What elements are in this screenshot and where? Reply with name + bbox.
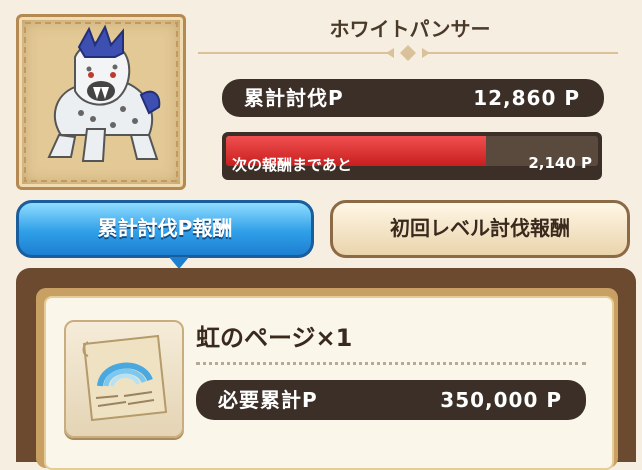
required-points-pill: 必要累計P 350,000 P (196, 380, 586, 420)
tab-cumulative-label: 累計討伐P報酬 (97, 216, 233, 240)
tab-first-level-label: 初回レベル討伐報酬 (390, 216, 570, 240)
reward-item-row: 虹のページ×1 必要累計P 350,000 P (44, 296, 614, 470)
kill-points-label: 累計討伐P (244, 86, 344, 110)
reward-panel: 虹のページ×1 必要累計P 350,000 P (16, 268, 636, 470)
tab-cumulative-reward[interactable]: 累計討伐P報酬 (16, 200, 314, 269)
title-ornament (198, 45, 618, 61)
required-points-label: 必要累計P (218, 388, 318, 412)
required-points-value: 350,000 P (440, 388, 562, 412)
kill-points-value: 12,860 P (473, 86, 580, 110)
item-thumbnail (64, 320, 184, 438)
tab-first-level-reward[interactable]: 初回レベル討伐報酬 (330, 200, 630, 258)
reward-item-name: 虹のページ×1 (196, 324, 353, 352)
monster-portrait-card (16, 14, 186, 190)
rainbow-page-icon (82, 334, 168, 422)
monster-name: ホワイトパンサー (329, 17, 491, 41)
reward-panel-frame: 虹のページ×1 必要累計P 350,000 P (36, 288, 618, 470)
next-reward-label: 次の報酬まであと (232, 156, 352, 174)
dotted-divider (196, 362, 586, 365)
next-reward-gauge: 次の報酬まであと 2,140 P (222, 132, 602, 180)
next-reward-remaining: 2,140 P (528, 154, 592, 172)
white-panther-icon (24, 22, 178, 182)
cumulative-kill-points: 累計討伐P 12,860 P (222, 79, 604, 117)
